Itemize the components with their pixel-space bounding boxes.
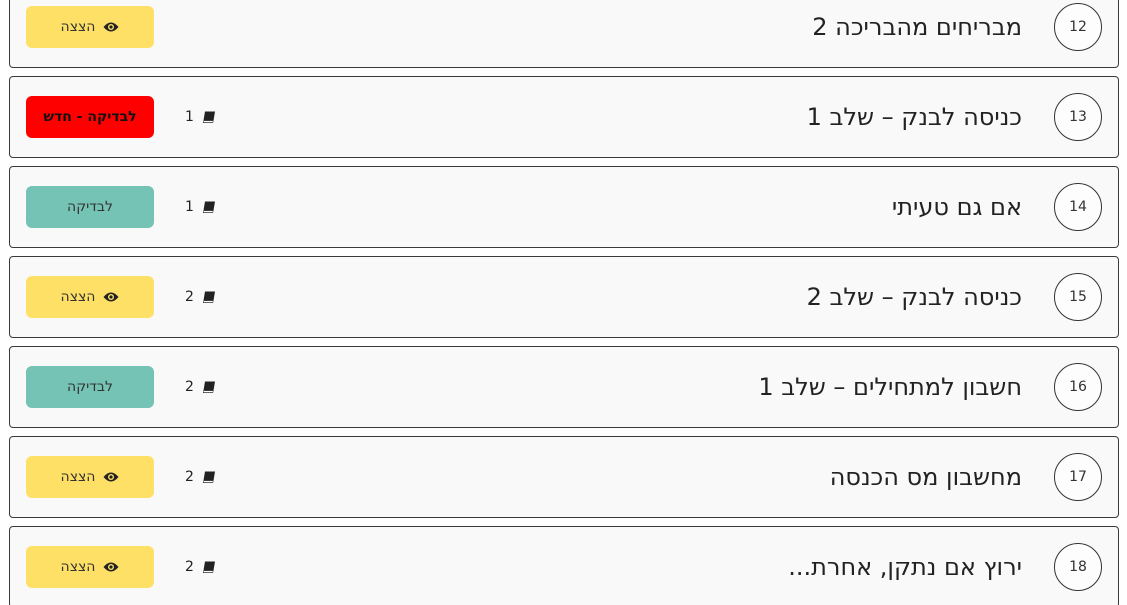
submission-count: 2 <box>185 527 216 605</box>
exercise-title[interactable]: מחשבון מס הכנסה <box>830 437 1022 517</box>
submission-count-value: 2 <box>185 559 194 575</box>
submission-count: 1 <box>185 77 216 157</box>
exercise-title[interactable]: ירוץ אם נתקן, אחרת... <box>788 527 1022 605</box>
check-new-button[interactable]: לבדיקה - חדש <box>26 96 154 138</box>
peek-button[interactable]: הצצה <box>26 6 154 48</box>
peek-button[interactable]: הצצה <box>26 276 154 318</box>
submission-count: 2 <box>185 257 216 337</box>
check-button[interactable]: לבדיקה <box>26 186 154 228</box>
exercise-row: 14 אם גם טעיתי 1 לבדיקה <box>9 166 1119 248</box>
eye-icon <box>103 471 119 483</box>
exercise-row: 18 ירוץ אם נתקן, אחרת... 2 הצצה <box>9 526 1119 605</box>
exercise-title[interactable]: כניסה לבנק – שלב 2 <box>807 257 1022 337</box>
peek-button[interactable]: הצצה <box>26 546 154 588</box>
eye-icon <box>103 561 119 573</box>
exercise-row: 16 חשבון למתחילים – שלב 1 2 לבדיקה <box>9 346 1119 428</box>
submission-count-value: 2 <box>185 289 194 305</box>
exercise-title[interactable]: אם גם טעיתי <box>892 167 1022 247</box>
exercise-row: 17 מחשבון מס הכנסה 2 הצצה <box>9 436 1119 518</box>
exercise-number: 15 <box>1054 273 1102 321</box>
submission-count: 2 <box>185 347 216 427</box>
exercise-number: 13 <box>1054 93 1102 141</box>
button-label: הצצה <box>60 19 96 35</box>
submission-count-value: 1 <box>185 109 194 125</box>
check-button[interactable]: לבדיקה <box>26 366 154 408</box>
exercise-title[interactable]: כניסה לבנק – שלב 1 <box>807 77 1022 157</box>
button-label: לבדיקה - חדש <box>43 109 137 125</box>
book-icon <box>202 471 216 484</box>
exercise-number: 14 <box>1054 183 1102 231</box>
exercise-number: 16 <box>1054 363 1102 411</box>
eye-icon <box>103 291 119 303</box>
book-icon <box>202 291 216 304</box>
button-label: לבדיקה <box>67 379 113 395</box>
exercise-number: 17 <box>1054 453 1102 501</box>
exercise-list: 12 מבריחים מהבריכה 2 הצצה 13 כניסה לבנק – של… <box>0 0 1127 605</box>
exercise-row: 15 כניסה לבנק – שלב 2 2 הצצה <box>9 256 1119 338</box>
submission-count-value: 2 <box>185 469 194 485</box>
submission-count: 1 <box>185 167 216 247</box>
book-icon <box>202 111 216 124</box>
exercise-row: 12 מבריחים מהבריכה 2 הצצה <box>9 0 1119 68</box>
submission-count-value: 2 <box>185 379 194 395</box>
exercise-title[interactable]: חשבון למתחילים – שלב 1 <box>758 347 1022 427</box>
book-icon <box>202 381 216 394</box>
exercise-number: 12 <box>1054 3 1102 51</box>
exercise-number: 18 <box>1054 543 1102 591</box>
peek-button[interactable]: הצצה <box>26 456 154 498</box>
button-label: לבדיקה <box>67 199 113 215</box>
button-label: הצצה <box>60 469 96 485</box>
book-icon <box>202 561 216 574</box>
exercise-title[interactable]: מבריחים מהבריכה 2 <box>812 0 1022 67</box>
button-label: הצצה <box>60 559 96 575</box>
eye-icon <box>103 21 119 33</box>
exercise-row: 13 כניסה לבנק – שלב 1 1 לבדיקה - חדש <box>9 76 1119 158</box>
submission-count: 2 <box>185 437 216 517</box>
button-label: הצצה <box>60 289 96 305</box>
book-icon <box>202 201 216 214</box>
submission-count-value: 1 <box>185 199 194 215</box>
